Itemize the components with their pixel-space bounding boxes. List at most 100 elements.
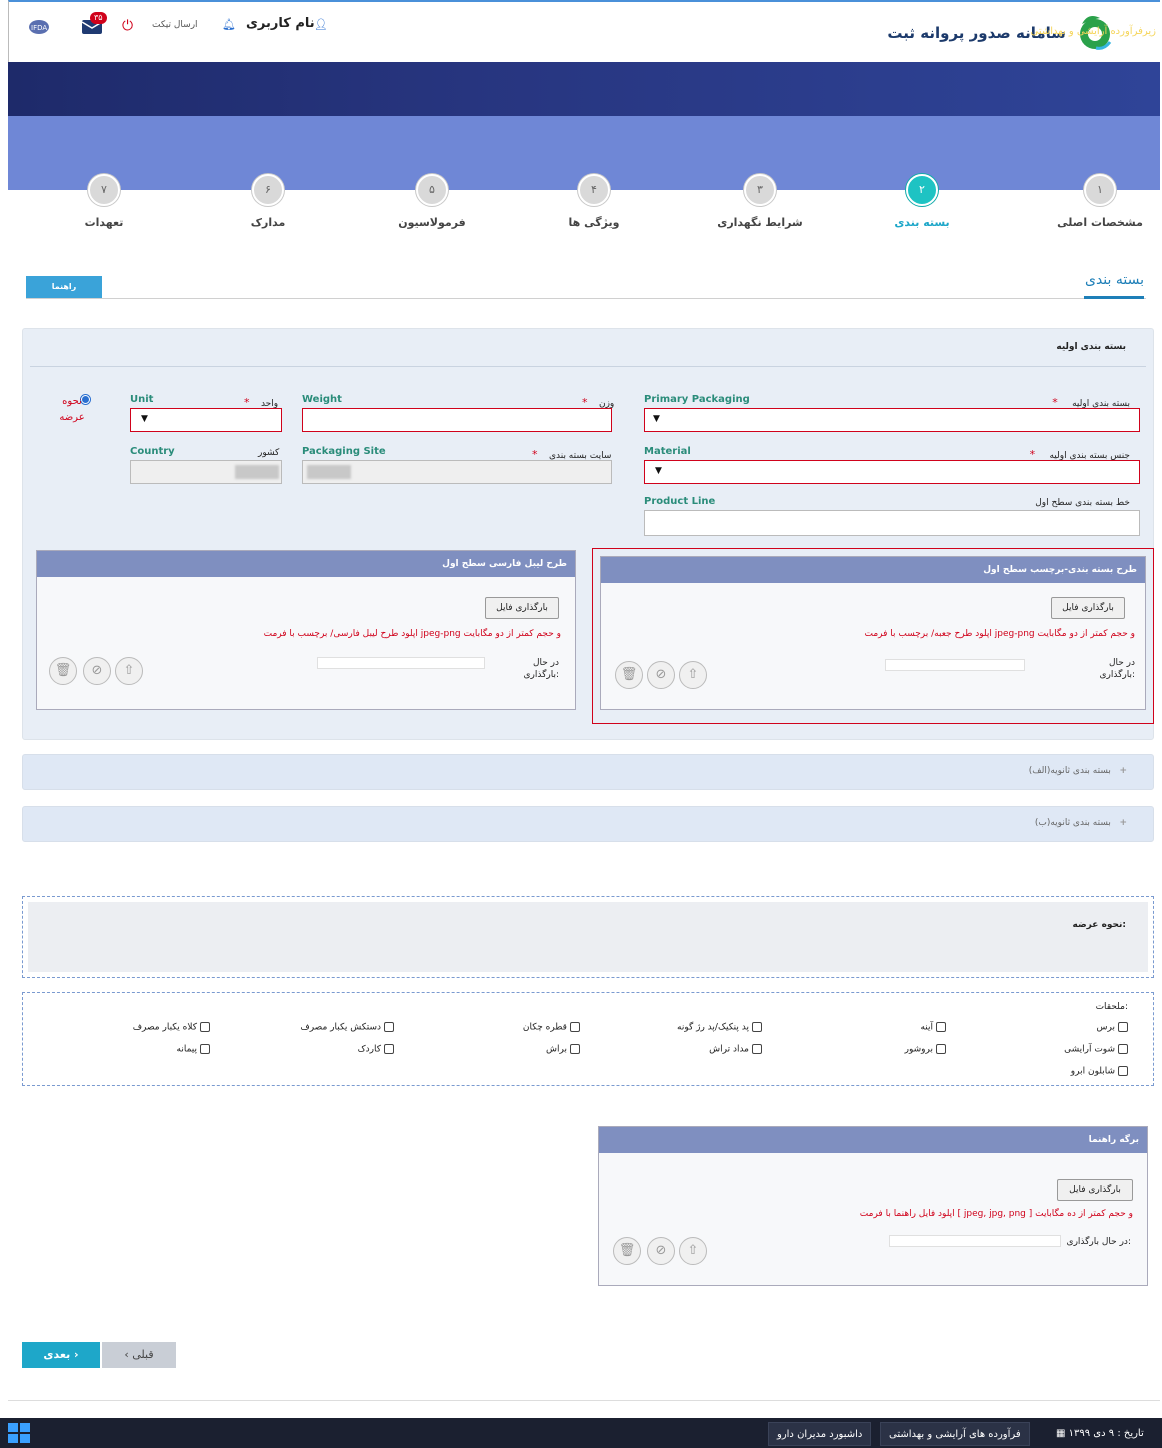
- step-2-label[interactable]: بسته بندی: [862, 216, 982, 229]
- attachment-checkbox[interactable]: مداد تراش: [709, 1044, 762, 1055]
- step-7-circle[interactable]: ۷: [88, 174, 120, 206]
- plus-icon: +: [1119, 766, 1127, 776]
- checkbox-icon[interactable]: [1118, 1066, 1128, 1076]
- footer-divider: [8, 1400, 1160, 1401]
- attachment-checkbox[interactable]: بروشور: [905, 1044, 946, 1055]
- checkbox-icon[interactable]: [384, 1044, 394, 1054]
- attachment-checkbox[interactable]: شوت آرایشی: [1064, 1044, 1128, 1055]
- attachment-label: قطره چکان: [522, 1022, 567, 1033]
- step-3-label[interactable]: شرایط نگهداری: [700, 216, 820, 229]
- attachment-checkbox[interactable]: آینه: [920, 1022, 946, 1033]
- secondary-packaging-a[interactable]: بسته بندی ثانویه(الف) +: [22, 754, 1154, 790]
- checkbox-icon[interactable]: [570, 1044, 580, 1054]
- step-6-label[interactable]: مدارک: [208, 216, 328, 229]
- checkbox-icon[interactable]: [936, 1044, 946, 1054]
- step-6-circle[interactable]: ۶: [252, 174, 284, 206]
- step-4-circle[interactable]: ۴: [578, 174, 610, 206]
- cancel-icon[interactable]: ⊘: [647, 1237, 675, 1265]
- redacted-value: [307, 465, 351, 479]
- username[interactable]: نام کاربری: [246, 16, 315, 31]
- send-ticket-link[interactable]: ارسال تیکت: [152, 20, 198, 30]
- material-select[interactable]: ▼: [644, 460, 1140, 484]
- windows-start-icon[interactable]: [8, 1423, 30, 1443]
- section-divider: [30, 366, 1146, 367]
- step-3-circle[interactable]: ۳: [744, 174, 776, 206]
- checkbox-icon[interactable]: [752, 1022, 762, 1032]
- upload-icon[interactable]: ⇧: [115, 657, 143, 685]
- secondary-packaging-b[interactable]: بسته بندی ثانویه(ب) +: [22, 806, 1154, 842]
- checkbox-icon[interactable]: [752, 1044, 762, 1054]
- delete-icon[interactable]: 🗑︎: [615, 661, 643, 689]
- attachment-checkbox[interactable]: قطره چکان: [523, 1022, 580, 1033]
- checkbox-icon[interactable]: [936, 1022, 946, 1032]
- box-design-upload-button[interactable]: بارگذاری فایل: [1051, 597, 1125, 619]
- taskbar-item-cosmetics[interactable]: فرآورده های آرایشی و بهداشتی: [880, 1422, 1030, 1446]
- attachment-checkbox[interactable]: کاردک: [358, 1044, 394, 1055]
- attachment-checkbox[interactable]: کلاه یکبار مصرف: [133, 1022, 210, 1033]
- step-5-circle[interactable]: ۵: [416, 174, 448, 206]
- calendar-icon: ▦: [1056, 1428, 1066, 1439]
- guide-sheet-card: برگه راهنما بارگذاری فایل اپلود فایل راه…: [598, 1126, 1148, 1286]
- guide-sheet-status: در حال بارگذاری:: [1066, 1237, 1131, 1247]
- unit-select[interactable]: ▼: [130, 408, 282, 432]
- guide-sheet-title: برگه راهنما: [599, 1127, 1147, 1153]
- attachments-box: [22, 992, 1154, 1086]
- attachment-label: شابلون ابرو: [1070, 1066, 1115, 1077]
- cancel-icon[interactable]: ⊘: [83, 657, 111, 685]
- attachment-checkbox[interactable]: پیمانه: [177, 1044, 210, 1055]
- product-line-input[interactable]: [644, 510, 1140, 536]
- step-7-label[interactable]: تعهدات: [44, 216, 164, 229]
- attachment-checkbox[interactable]: شابلون ابرو: [1071, 1066, 1128, 1077]
- checkbox-icon[interactable]: [1118, 1044, 1128, 1054]
- country-label-en: Country: [130, 446, 175, 457]
- attachment-label: آینه: [920, 1022, 933, 1033]
- country-label: کشور: [258, 448, 280, 458]
- material-label-en: Material: [644, 446, 691, 457]
- site-label-en: Packaging Site: [302, 446, 386, 457]
- checkbox-icon[interactable]: [570, 1022, 580, 1032]
- taskbar-item-dashboard[interactable]: داشبورد مدیران دارو: [768, 1422, 872, 1446]
- chevron-down-icon: ▼: [141, 414, 148, 424]
- box-design-card: طرح بسته بندی-برچسب سطح اول بارگذاری فای…: [600, 556, 1146, 710]
- page-title: بسته بندی: [1085, 272, 1144, 288]
- guide-sheet-upload-hint: اپلود فایل راهنما با فرمت [ jpeg, jpg, p…: [859, 1209, 1133, 1219]
- chevron-down-icon: ▼: [655, 466, 662, 476]
- checkbox-icon[interactable]: [200, 1044, 210, 1054]
- checkbox-icon[interactable]: [384, 1022, 394, 1032]
- persian-label-title: طرح لیبل فارسی سطح اول: [37, 551, 575, 577]
- logout-icon[interactable]: ⏻: [122, 18, 133, 34]
- title-underline: [1084, 296, 1144, 299]
- attachment-label: مداد تراش: [709, 1044, 749, 1055]
- presentation-field[interactable]: [28, 902, 1148, 972]
- box-design-status: در حال بارگذاری:: [1099, 658, 1135, 680]
- step-4-label[interactable]: ویژگی ها: [534, 216, 654, 229]
- persian-label-upload-button[interactable]: بارگذاری فایل: [485, 597, 559, 619]
- attachment-label: کاردک: [357, 1044, 381, 1055]
- cancel-icon[interactable]: ⊘: [647, 661, 675, 689]
- persian-label-body: بارگذاری فایل اپلود طرح لیبل فارسی/ برچس…: [37, 577, 575, 709]
- guide-sheet-upload-button[interactable]: بارگذاری فایل: [1057, 1179, 1133, 1201]
- attachment-checkbox[interactable]: دستکش یکبار مصرف: [300, 1022, 394, 1033]
- guide-button[interactable]: راهنما: [26, 276, 102, 298]
- attachment-checkbox[interactable]: برس: [1097, 1022, 1128, 1033]
- step-5-label[interactable]: فرمولاسیون: [372, 216, 492, 229]
- next-button[interactable]: بعدی ›: [22, 1342, 100, 1368]
- title-divider: [26, 298, 1146, 299]
- step-1-label[interactable]: مشخصات اصلی: [1040, 216, 1160, 229]
- attachment-checkbox[interactable]: پد پنکیک/پد رژ گونه: [677, 1022, 762, 1033]
- primary-packaging-label-en: Primary Packaging: [644, 394, 750, 405]
- step-2-circle[interactable]: ۲: [906, 174, 938, 206]
- primary-packaging-select[interactable]: ▼: [644, 408, 1140, 432]
- upload-icon[interactable]: ⇧: [679, 1237, 707, 1265]
- delete-icon[interactable]: 🗑︎: [613, 1237, 641, 1265]
- weight-input[interactable]: [302, 408, 612, 432]
- step-1-circle[interactable]: ۱: [1084, 174, 1116, 206]
- checkbox-icon[interactable]: [1118, 1022, 1128, 1032]
- checkbox-icon[interactable]: [200, 1022, 210, 1032]
- attachment-checkbox[interactable]: براش: [546, 1044, 580, 1055]
- previous-button[interactable]: ‹ قبلی: [102, 1342, 176, 1368]
- delete-icon[interactable]: 🗑︎: [49, 657, 77, 685]
- plus-icon: +: [1119, 818, 1127, 828]
- persian-label-upload-hint: اپلود طرح لیبل فارسی/ برچسب با فرمت jpeg…: [263, 629, 561, 639]
- upload-icon[interactable]: ⇧: [679, 661, 707, 689]
